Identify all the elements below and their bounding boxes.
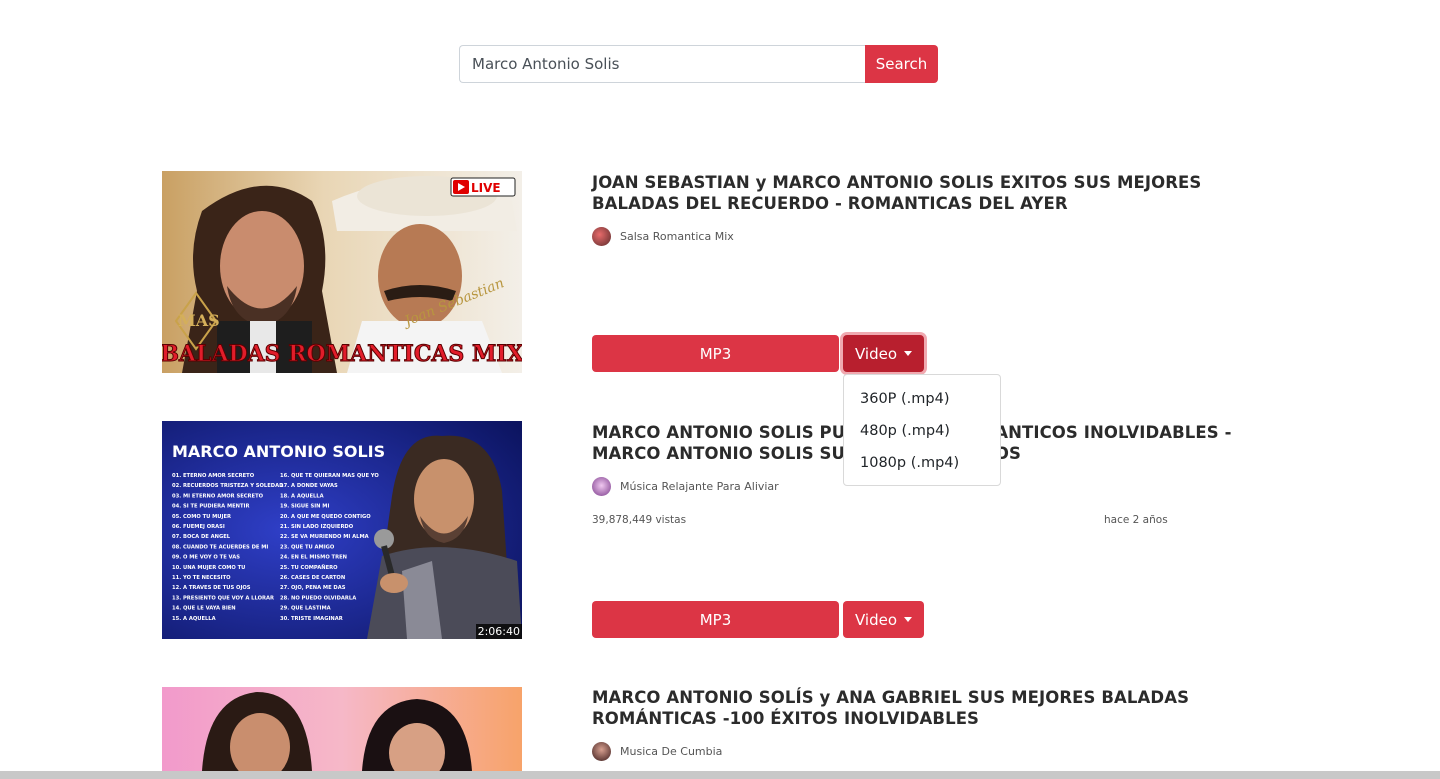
video-thumbnail[interactable]: MARCO ANTONIO SOLIS 01. ETERNO AMOR SECR…	[162, 421, 522, 639]
caret-down-icon	[904, 351, 913, 356]
result-title[interactable]: MARCO ANTONIO SOLÍS y ANA GABRIEL SUS ME…	[592, 687, 1272, 729]
track-label: 06. FUEMEJ ORASI	[172, 524, 225, 530]
channel-name[interactable]: Salsa Romantica Mix	[620, 230, 734, 243]
upload-age: hace 2 años	[1104, 514, 1168, 526]
track-label: 24. EN EL MISMO TREN	[280, 555, 347, 561]
result-item: MARCO ANTONIO SOLÍS y ANA GABRIEL SUS ME…	[162, 687, 1272, 771]
track-label: 20. A QUE ME QUEDO CONTIGO	[280, 514, 371, 520]
track-label: 17. A DONDE VAYAS	[280, 483, 338, 489]
format-option-360p[interactable]: 360P (.mp4)	[844, 383, 1000, 415]
svg-text:BALADAS ROMANTICAS MIX: BALADAS ROMANTICAS MIX	[162, 341, 522, 367]
thumbnail-image	[162, 687, 522, 771]
track-label: 27. OJO, PENA ME DAS	[280, 585, 346, 591]
caret-down-icon	[904, 617, 913, 622]
track-label: 14. QUE LE VAYA BIEN	[172, 606, 236, 612]
channel-info: Salsa Romantica Mix	[592, 227, 734, 246]
track-label: 26. CASES DE CARTON	[280, 575, 345, 581]
track-label: 16. QUE TE QUIERAN MAS QUE YO	[280, 473, 379, 479]
video-thumbnail[interactable]: LIVE MAS Joan Sebastian BALADAS ROMANTIC…	[162, 171, 522, 373]
track-label: 09. O ME VOY O TE VAS	[172, 555, 240, 561]
svg-text:MARCO ANTONIO SOLIS: MARCO ANTONIO SOLIS	[172, 442, 385, 461]
video-thumbnail[interactable]	[162, 687, 522, 771]
svg-text:MAS: MAS	[178, 311, 220, 330]
track-label: 02. RECUERDOS TRISTEZA Y SOLEDAD	[172, 483, 284, 489]
mp3-button[interactable]: MP3	[592, 335, 839, 372]
track-label: 19. SIGUE SIN MI	[280, 504, 329, 510]
video-format-menu: 360P (.mp4) 480p (.mp4) 1080p (.mp4)	[843, 374, 1001, 486]
track-label: 25. TU COMPAÑERO	[280, 564, 338, 571]
track-label: 08. CUANDO TE ACUERDES DE MI	[172, 544, 268, 550]
channel-info: Musica De Cumbia	[592, 742, 722, 761]
channel-avatar	[592, 227, 611, 246]
channel-avatar	[592, 742, 611, 761]
track-label: 29. QUE LASTIMA	[280, 606, 331, 612]
format-option-1080p[interactable]: 1080p (.mp4)	[844, 447, 1000, 479]
result-title[interactable]: JOAN SEBASTIAN y MARCO ANTONIO SOLIS EXI…	[592, 172, 1272, 214]
horizontal-scrollbar[interactable]	[0, 771, 1440, 779]
track-label: 03. MI ETERNO AMOR SECRETO	[172, 493, 264, 499]
channel-name[interactable]: Musica De Cumbia	[620, 745, 722, 758]
search-input[interactable]	[459, 45, 865, 83]
track-label: 12. A TRAVES DE TUS OJOS	[172, 585, 251, 591]
mp3-button[interactable]: MP3	[592, 601, 839, 638]
search-bar: Search	[459, 45, 938, 83]
thumbnail-image: MARCO ANTONIO SOLIS 01. ETERNO AMOR SECR…	[162, 421, 522, 639]
track-label: 04. SI TE PUDIERA MENTIR	[172, 504, 249, 510]
track-label: 15. A AQUELLA	[172, 616, 216, 622]
video-dropdown-button[interactable]: Video	[843, 335, 924, 372]
svg-text:LIVE: LIVE	[471, 181, 501, 195]
track-label: 01. ETERNO AMOR SECRETO	[172, 473, 255, 479]
video-dropdown-button[interactable]: Video	[843, 601, 924, 638]
result-item: MARCO ANTONIO SOLIS 01. ETERNO AMOR SECR…	[162, 421, 1272, 639]
view-count: 39,878,449 vistas	[592, 514, 687, 526]
track-label: 07. BOCA DE ANGEL	[172, 534, 231, 540]
track-label: 30. TRISTE IMAGINAR	[280, 616, 343, 622]
format-option-480p[interactable]: 480p (.mp4)	[844, 415, 1000, 447]
track-label: 18. A AQUELLA	[280, 493, 324, 499]
channel-name[interactable]: Música Relajante Para Aliviar	[620, 480, 779, 493]
track-label: 21. SIN LADO IZQUIERDO	[280, 524, 354, 530]
channel-info: Música Relajante Para Aliviar	[592, 477, 779, 496]
thumbnail-image: LIVE MAS Joan Sebastian BALADAS ROMANTIC…	[162, 171, 522, 373]
channel-avatar	[592, 477, 611, 496]
track-label: 05. COMO TU MUJER	[172, 514, 231, 520]
track-label: 23. QUE TU AMIGO	[280, 544, 335, 550]
track-label: 28. NO PUEDO OLVIDARLA	[280, 595, 356, 601]
track-label: 10. UNA MUJER COMO TU	[172, 565, 245, 571]
video-button-label: Video	[854, 610, 898, 629]
track-label: 11. YO TE NECESITO	[172, 575, 231, 581]
result-item: LIVE MAS Joan Sebastian BALADAS ROMANTIC…	[162, 171, 1272, 373]
search-button[interactable]: Search	[865, 45, 938, 83]
video-duration: 2:06:40	[475, 624, 522, 639]
video-button-label: Video	[854, 344, 898, 363]
track-label: 13. PRESIENTO QUE VOY A LLORAR	[172, 595, 274, 601]
track-label: 22. SE VA MURIENDO MI ALMA	[280, 534, 369, 540]
